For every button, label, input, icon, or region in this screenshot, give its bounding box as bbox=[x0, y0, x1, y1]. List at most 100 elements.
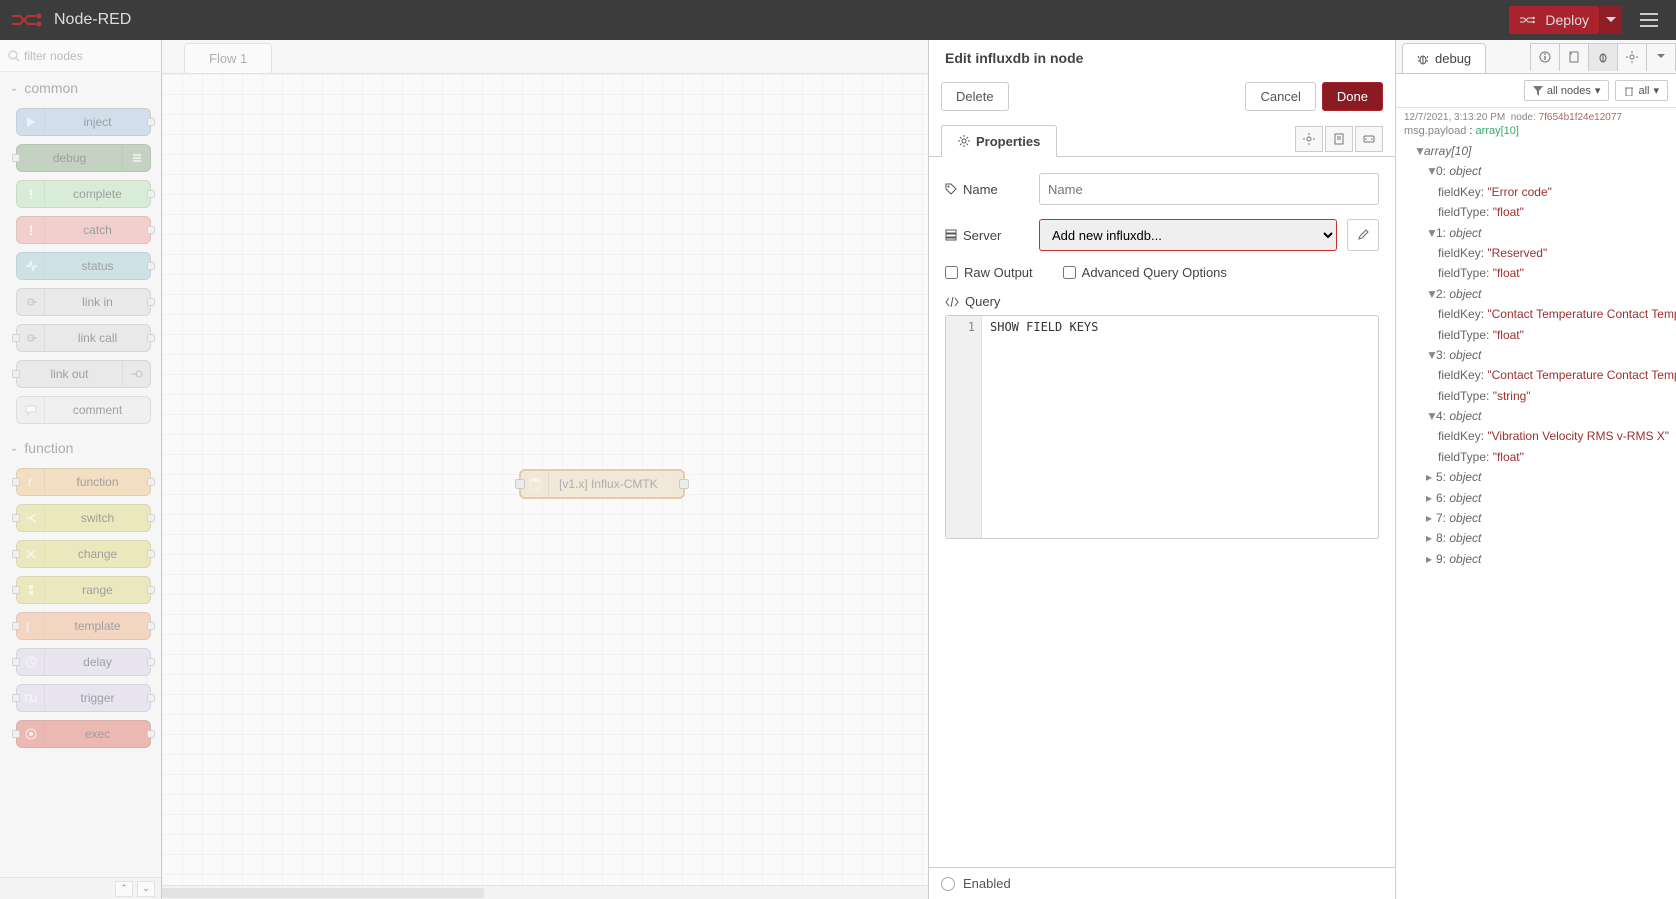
palette-search-input[interactable] bbox=[24, 49, 158, 63]
properties-tab[interactable]: Properties bbox=[941, 125, 1057, 157]
palette-node-exec[interactable]: exec bbox=[16, 720, 151, 748]
query-editor[interactable]: 1 SHOW FIELD KEYS bbox=[945, 315, 1379, 539]
sidebar-config-button[interactable] bbox=[1617, 43, 1647, 71]
sidebar: debug all nodes ▾ all ▾ bbox=[1395, 40, 1676, 899]
chevron-down-icon: ▾ bbox=[1595, 84, 1601, 97]
palette-node-status[interactable]: status bbox=[16, 252, 151, 280]
debug-filter-button[interactable]: all nodes ▾ bbox=[1524, 80, 1610, 101]
debug-icon bbox=[122, 145, 150, 171]
palette-node-catch[interactable]: catch bbox=[16, 216, 151, 244]
adv-query-checkbox[interactable]: Advanced Query Options bbox=[1063, 265, 1227, 280]
editor-footer: Enabled bbox=[929, 867, 1395, 899]
palette-node-comment[interactable]: comment bbox=[16, 396, 151, 424]
link-out-icon bbox=[122, 361, 150, 387]
chevron-down-icon: ▾ bbox=[1653, 84, 1659, 97]
workspace: Flow 1 [v1.x] Influx-CMTK bbox=[162, 40, 928, 899]
server-select[interactable]: Add new influxdb... bbox=[1039, 219, 1337, 251]
exec-icon bbox=[17, 721, 45, 747]
sidebar-dropdown-button[interactable] bbox=[1646, 43, 1676, 71]
palette-search bbox=[0, 40, 161, 72]
debug-msg-header: 12/7/2021, 3:13:20 PM node: 7f654b1f24e1… bbox=[1404, 112, 1668, 123]
flow-tabs: Flow 1 bbox=[162, 40, 928, 74]
edit-server-button[interactable] bbox=[1347, 219, 1379, 251]
enabled-toggle[interactable] bbox=[941, 877, 955, 891]
server-label: Server bbox=[945, 228, 1029, 243]
debug-msg-path: msg.payload : array[10] bbox=[1404, 125, 1668, 137]
debug-tree[interactable]: ▼array[10]▼0: objectfieldKey: "Error cod… bbox=[1404, 141, 1668, 569]
gear-icon bbox=[958, 135, 970, 147]
sidebar-info-button[interactable] bbox=[1530, 43, 1560, 71]
link-in-icon bbox=[17, 289, 45, 315]
workspace-scrollbar[interactable] bbox=[162, 885, 928, 899]
debug-clear-button[interactable]: all ▾ bbox=[1615, 80, 1668, 101]
delete-button[interactable]: Delete bbox=[941, 82, 1009, 111]
raw-output-checkbox[interactable]: Raw Output bbox=[945, 265, 1033, 280]
palette-node-switch[interactable]: switch bbox=[16, 504, 151, 532]
node-description-button[interactable] bbox=[1325, 126, 1353, 152]
name-label: Name bbox=[945, 182, 1029, 197]
server-icon bbox=[945, 229, 957, 241]
range-icon bbox=[17, 577, 45, 603]
palette-node-debug[interactable]: debug bbox=[16, 144, 151, 172]
name-input[interactable] bbox=[1039, 173, 1379, 205]
change-icon bbox=[17, 541, 45, 567]
deploy-label: Deploy bbox=[1545, 12, 1589, 28]
main-menu-button[interactable] bbox=[1632, 6, 1666, 34]
status-icon bbox=[17, 253, 45, 279]
palette-node-template[interactable]: { template bbox=[16, 612, 151, 640]
filter-icon bbox=[1533, 86, 1543, 96]
palette-node-delay[interactable]: delay bbox=[16, 648, 151, 676]
done-button[interactable]: Done bbox=[1322, 82, 1383, 111]
deploy-icon bbox=[1519, 14, 1537, 26]
palette-node-range[interactable]: range bbox=[16, 576, 151, 604]
svg-text:{: { bbox=[26, 621, 30, 633]
query-input[interactable]: SHOW FIELD KEYS bbox=[982, 316, 1378, 538]
template-icon: { bbox=[17, 613, 45, 639]
deploy-dropdown[interactable] bbox=[1600, 6, 1622, 34]
flow-node-influx[interactable]: [v1.x] Influx-CMTK bbox=[519, 469, 685, 499]
palette: ⌄common inject debug complete catch bbox=[0, 40, 162, 899]
cancel-button[interactable]: Cancel bbox=[1245, 82, 1315, 111]
palette-node-change[interactable]: change bbox=[16, 540, 151, 568]
palette-node-function[interactable]: f function bbox=[16, 468, 151, 496]
alert-icon bbox=[17, 181, 45, 207]
code-gutter: 1 bbox=[946, 316, 982, 538]
flow-canvas[interactable]: [v1.x] Influx-CMTK bbox=[162, 74, 928, 885]
inject-icon bbox=[17, 109, 45, 135]
editor-title: Edit influxdb in node bbox=[929, 40, 1395, 76]
delay-icon bbox=[17, 649, 45, 675]
flow-node-label: [v1.x] Influx-CMTK bbox=[549, 477, 668, 491]
code-icon bbox=[945, 297, 959, 307]
palette-collapse-button[interactable]: ⌃ bbox=[115, 881, 133, 897]
sidebar-help-button[interactable] bbox=[1559, 43, 1589, 71]
pencil-icon bbox=[1357, 229, 1369, 241]
palette-node-link-call[interactable]: link call bbox=[16, 324, 151, 352]
tag-icon bbox=[945, 183, 957, 195]
app-title: Node-RED bbox=[54, 11, 131, 29]
database-icon bbox=[521, 471, 549, 497]
sidebar-debug-button[interactable] bbox=[1588, 43, 1618, 71]
palette-category-common[interactable]: ⌄common bbox=[0, 72, 161, 104]
switch-icon bbox=[17, 505, 45, 531]
app-header: Node-RED Deploy bbox=[0, 0, 1676, 40]
palette-node-link-out[interactable]: link out bbox=[16, 360, 151, 388]
debug-tab[interactable]: debug bbox=[1402, 43, 1486, 73]
flow-tab[interactable]: Flow 1 bbox=[184, 43, 272, 73]
palette-node-complete[interactable]: complete bbox=[16, 180, 151, 208]
node-settings-button[interactable] bbox=[1295, 126, 1323, 152]
node-appearance-button[interactable] bbox=[1355, 126, 1383, 152]
debug-messages: 12/7/2021, 3:13:20 PM node: 7f654b1f24e1… bbox=[1396, 108, 1676, 899]
palette-node-trigger[interactable]: trigger bbox=[16, 684, 151, 712]
function-icon: f bbox=[17, 469, 45, 495]
palette-node-link-in[interactable]: link in bbox=[16, 288, 151, 316]
query-label: Query bbox=[945, 294, 1379, 309]
alert-icon bbox=[17, 217, 45, 243]
deploy-button[interactable]: Deploy bbox=[1509, 6, 1599, 34]
bug-icon bbox=[1417, 53, 1429, 65]
palette-expand-button[interactable]: ⌄ bbox=[137, 881, 155, 897]
palette-footer: ⌃ ⌄ bbox=[0, 877, 161, 899]
svg-text:f: f bbox=[28, 477, 32, 489]
palette-node-inject[interactable]: inject bbox=[16, 108, 151, 136]
editor-panel: Edit influxdb in node Delete Cancel Done… bbox=[928, 40, 1395, 899]
palette-category-function[interactable]: ⌄function bbox=[0, 432, 161, 464]
